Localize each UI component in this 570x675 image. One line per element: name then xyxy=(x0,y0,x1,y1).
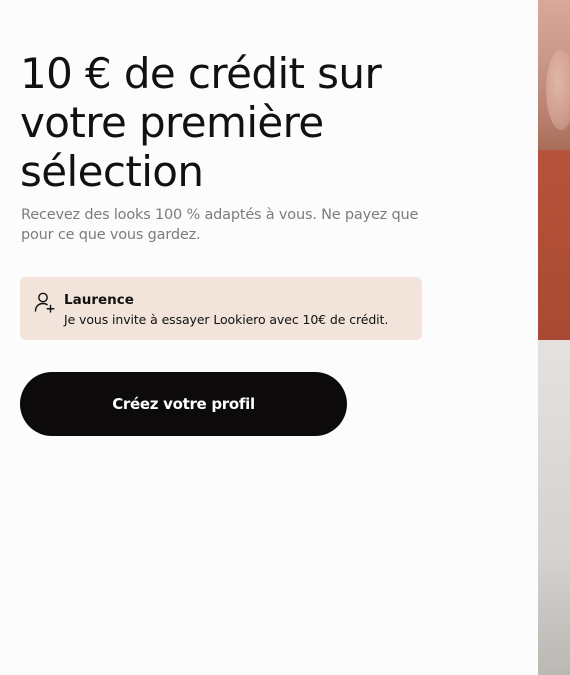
invitation-message: Je vous invite à essayer Lookiero avec 1… xyxy=(64,312,389,327)
invitation-card: Laurence Je vous invite à essayer Lookie… xyxy=(20,277,422,340)
photo-skin-highlight xyxy=(546,50,570,130)
create-profile-button[interactable]: Créez votre profil xyxy=(20,372,347,436)
photo-shadow-area xyxy=(538,560,570,675)
hero-photo xyxy=(538,0,570,675)
photo-rust-area xyxy=(538,150,570,340)
referral-landing-page: 10 € de crédit sur votre première sélect… xyxy=(0,0,570,675)
content-column: 10 € de crédit sur votre première sélect… xyxy=(0,0,538,675)
page-title: 10 € de crédit sur votre première sélect… xyxy=(20,49,382,196)
page-subtitle: Recevez des looks 100 % adaptés à vous. … xyxy=(21,207,419,243)
inviter-name: Laurence xyxy=(64,292,134,308)
user-plus-icon xyxy=(33,291,55,313)
